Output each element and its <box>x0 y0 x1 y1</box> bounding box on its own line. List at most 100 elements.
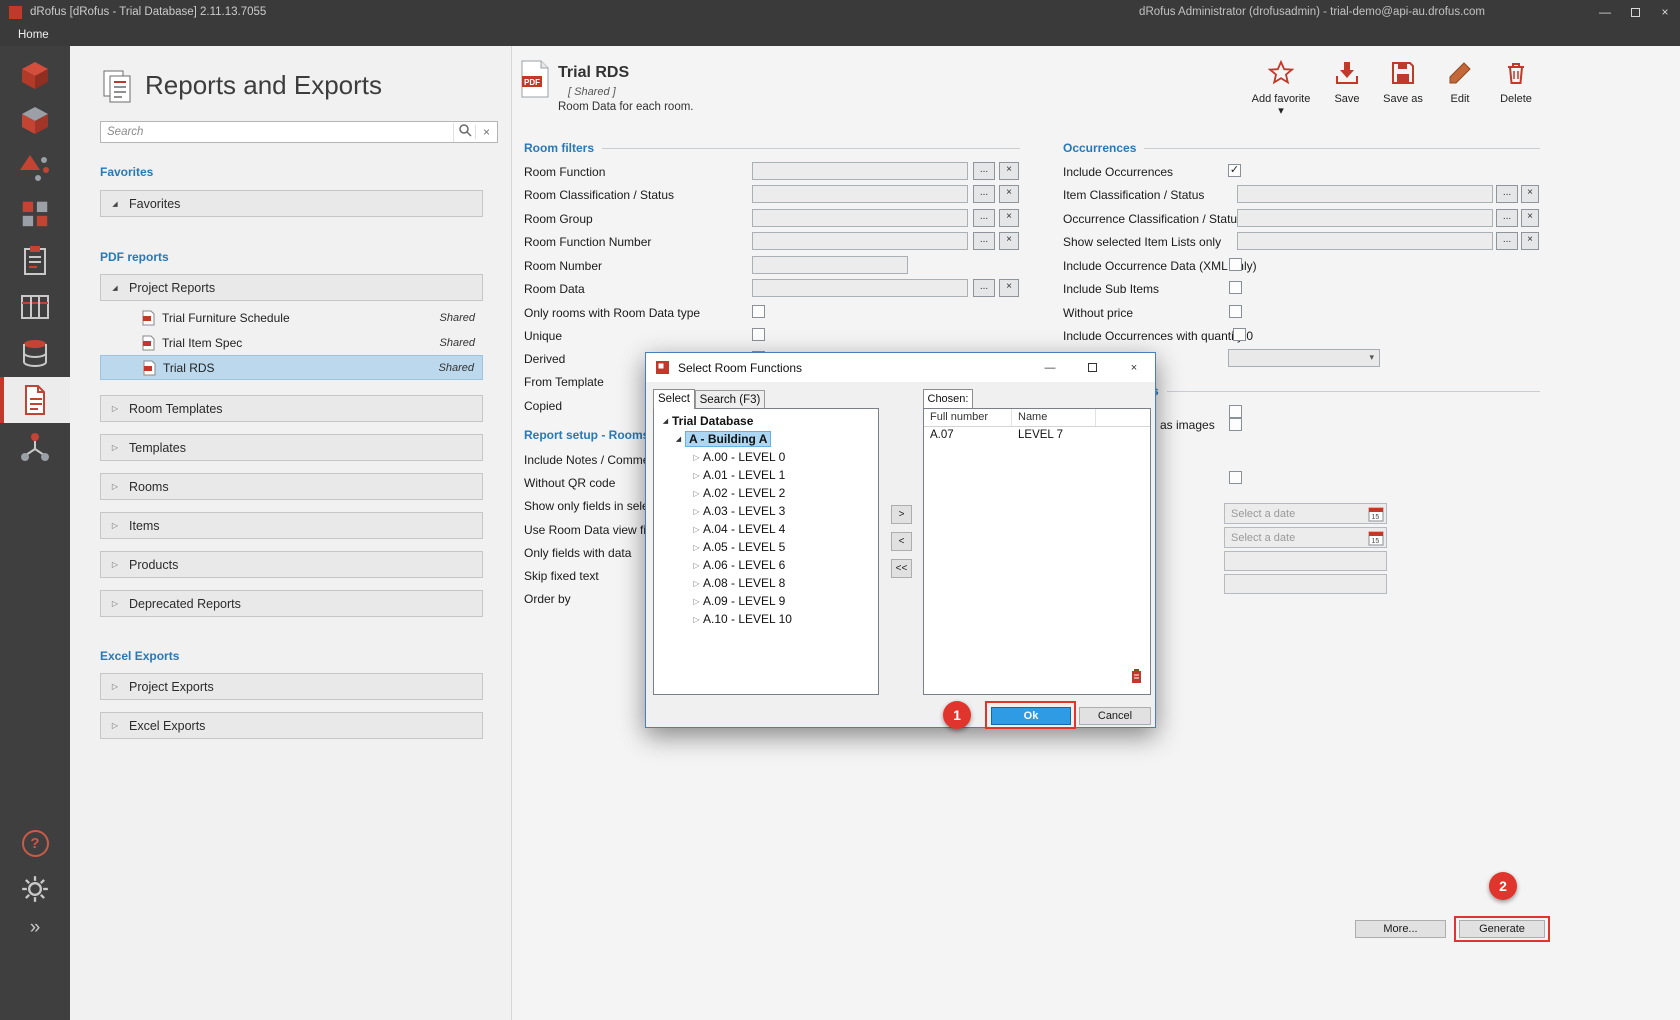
report-item-trial-furniture-schedule[interactable]: Trial Furniture Schedule Shared <box>100 305 483 330</box>
group-deprecated-reports[interactable]: ▷ Deprecated Reports <box>100 590 483 617</box>
tree-collapsed-icon[interactable]: ▷ <box>690 507 703 516</box>
room-function-number-browse-button[interactable]: ... <box>973 232 995 250</box>
group-excel-exports[interactable]: ▷ Excel Exports <box>100 712 483 739</box>
hidden-label-checkbox-2[interactable] <box>1229 471 1242 484</box>
include-qty-zero-checkbox[interactable] <box>1233 328 1246 341</box>
more-button[interactable]: More... <box>1355 920 1446 938</box>
without-price-checkbox[interactable] <box>1229 305 1242 318</box>
tree-node-level-8[interactable]: ▷A.08 - LEVEL 8 <box>654 574 878 592</box>
save-as-button[interactable]: Save as <box>1372 60 1434 105</box>
include-occurrences-checkbox[interactable]: ✓ <box>1228 164 1241 177</box>
group-project-exports[interactable]: ▷ Project Exports <box>100 673 483 700</box>
paste-icon[interactable] <box>1130 669 1143 689</box>
report-item-trial-rds[interactable]: Trial RDS Shared <box>100 355 483 380</box>
chosen-row[interactable]: A.07 LEVEL 7 <box>924 427 1150 444</box>
ok-button[interactable]: Ok <box>991 707 1071 725</box>
empty-field-2[interactable] <box>1224 574 1387 594</box>
date-to-field[interactable]: Select a date 15 <box>1224 527 1387 548</box>
room-function-clear-button[interactable]: × <box>999 162 1019 180</box>
calendar-icon[interactable]: 15 <box>1368 506 1384 522</box>
nav-database-module[interactable] <box>0 330 70 376</box>
nav-products-module[interactable] <box>0 144 70 190</box>
nav-schedule-module[interactable] <box>0 284 70 330</box>
dialog-titlebar[interactable]: Select Room Functions — × <box>646 353 1155 382</box>
only-rooms-with-room-data-type-checkbox[interactable] <box>752 305 765 318</box>
restore-button[interactable] <box>1620 0 1650 24</box>
group-rooms[interactable]: ▷ Rooms <box>100 473 483 500</box>
group-products[interactable]: ▷ Products <box>100 551 483 578</box>
occurrences-dropdown[interactable]: ▾ <box>1228 349 1380 367</box>
generate-button[interactable]: Generate <box>1459 920 1545 938</box>
minimize-button[interactable]: — <box>1590 0 1620 24</box>
search-clear-icon[interactable]: × <box>475 125 497 139</box>
nav-items-module[interactable] <box>0 190 70 236</box>
occurrence-classification-field[interactable] <box>1237 209 1493 227</box>
calendar-icon[interactable]: 15 <box>1368 530 1384 546</box>
search-input[interactable] <box>101 123 453 141</box>
unique-checkbox[interactable] <box>752 328 765 341</box>
tree-node-level-5[interactable]: ▷A.05 - LEVEL 5 <box>654 538 878 556</box>
item-classification-browse-button[interactable]: ... <box>1496 185 1518 203</box>
dialog-minimize-button[interactable]: — <box>1029 353 1071 382</box>
tree-collapsed-icon[interactable]: ▷ <box>690 579 703 588</box>
group-items[interactable]: ▷ Items <box>100 512 483 539</box>
nav-reports-module[interactable] <box>0 377 70 423</box>
group-project-reports[interactable]: ◢ Project Reports <box>100 274 483 301</box>
room-number-field[interactable] <box>752 256 908 274</box>
room-group-clear-button[interactable]: × <box>999 209 1019 227</box>
room-function-browse-button[interactable]: ... <box>973 162 995 180</box>
tree-collapsed-icon[interactable]: ▷ <box>690 471 703 480</box>
dialog-close-button[interactable]: × <box>1113 353 1155 382</box>
tree-node-trial-database[interactable]: ◢ Trial Database <box>654 412 878 430</box>
room-classification-field[interactable] <box>752 185 968 203</box>
report-item-trial-item-spec[interactable]: Trial Item Spec Shared <box>100 330 483 355</box>
tab-search[interactable]: Search (F3) <box>695 390 765 409</box>
tree-collapsed-icon[interactable]: ▷ <box>690 543 703 552</box>
room-data-clear-button[interactable]: × <box>999 279 1019 297</box>
tab-select[interactable]: Select <box>653 389 695 409</box>
group-templates[interactable]: ▷ Templates <box>100 434 483 461</box>
nav-rooms-module[interactable] <box>0 52 70 98</box>
tree-node-level-0[interactable]: ▷A.00 - LEVEL 0 <box>654 448 878 466</box>
edit-button[interactable]: Edit <box>1429 60 1491 105</box>
tree-node-level-3[interactable]: ▷A.03 - LEVEL 3 <box>654 502 878 520</box>
item-classification-field[interactable] <box>1237 185 1493 203</box>
tree-expanded-icon[interactable]: ◢ <box>672 435 685 443</box>
column-name[interactable]: Name <box>1012 409 1096 426</box>
tree-collapsed-icon[interactable]: ▷ <box>690 453 703 462</box>
tree-node-level-1[interactable]: ▷A.01 - LEVEL 1 <box>654 466 878 484</box>
tree-node-building-a[interactable]: ◢ A - Building A <box>654 430 878 448</box>
tree-node-level-4[interactable]: ▷A.04 - LEVEL 4 <box>654 520 878 538</box>
include-sub-items-checkbox[interactable] <box>1229 281 1242 294</box>
room-function-number-field[interactable] <box>752 232 968 250</box>
date-from-field[interactable]: Select a date 15 <box>1224 503 1387 524</box>
as-images-checkbox[interactable] <box>1229 418 1242 431</box>
cancel-button[interactable]: Cancel <box>1079 707 1151 725</box>
chosen-tab[interactable]: Chosen: <box>923 389 973 409</box>
tree-node-level-6[interactable]: ▷A.06 - LEVEL 6 <box>654 556 878 574</box>
nav-building-module[interactable] <box>0 98 70 144</box>
tree-collapsed-icon[interactable]: ▷ <box>690 489 703 498</box>
room-function-number-clear-button[interactable]: × <box>999 232 1019 250</box>
move-remove-all-button[interactable]: << <box>891 559 912 578</box>
room-group-browse-button[interactable]: ... <box>973 209 995 227</box>
show-selected-item-lists-field[interactable] <box>1237 232 1493 250</box>
nav-clipboard-module[interactable] <box>0 237 70 283</box>
move-add-button[interactable]: > <box>891 505 912 524</box>
tree-expanded-icon[interactable]: ◢ <box>659 417 672 425</box>
menu-home-tab[interactable]: Home <box>18 29 49 41</box>
tree-node-level-9[interactable]: ▷A.09 - LEVEL 9 <box>654 592 878 610</box>
occurrence-classification-clear-button[interactable]: × <box>1521 209 1539 227</box>
item-classification-clear-button[interactable]: × <box>1521 185 1539 203</box>
tree-node-level-10[interactable]: ▷A.10 - LEVEL 10 <box>654 610 878 628</box>
room-data-field[interactable] <box>752 279 968 297</box>
show-selected-item-lists-browse-button[interactable]: ... <box>1496 232 1518 250</box>
room-function-field[interactable] <box>752 162 968 180</box>
add-favorite-button[interactable]: Add favorite ▾ <box>1250 60 1312 117</box>
group-favorites[interactable]: ◢ Favorites <box>100 190 483 217</box>
nav-help[interactable]: ? <box>0 820 70 866</box>
room-data-browse-button[interactable]: ... <box>973 279 995 297</box>
tree-collapsed-icon[interactable]: ▷ <box>690 597 703 606</box>
nav-org-module[interactable] <box>0 424 70 470</box>
include-occurrence-data-checkbox[interactable] <box>1229 258 1242 271</box>
